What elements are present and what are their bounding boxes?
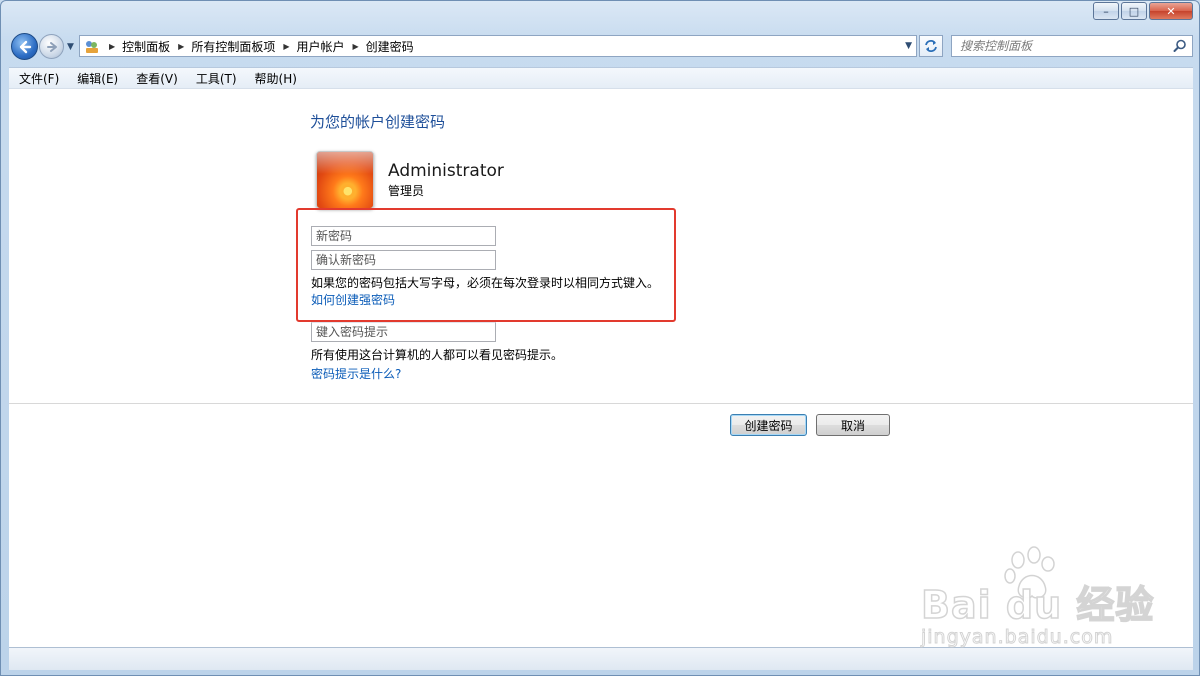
search-box[interactable]: [951, 35, 1193, 57]
menu-edit[interactable]: 编辑(E): [67, 70, 126, 87]
address-bar[interactable]: ▶ 控制面板 ▶ 所有控制面板项 ▶ 用户帐户 ▶ 创建密码 ▼: [79, 35, 917, 57]
breadcrumb-separator-icon[interactable]: ▶: [178, 42, 184, 51]
close-button[interactable]: ✕: [1149, 2, 1193, 20]
maximize-button[interactable]: □: [1121, 2, 1147, 20]
user-role: 管理员: [388, 184, 425, 198]
user-name: Administrator: [388, 161, 504, 181]
watermark-url: jingyan.baidu.com: [920, 626, 1114, 649]
minimize-button[interactable]: –: [1093, 2, 1119, 20]
menu-help[interactable]: 帮助(H): [245, 70, 305, 87]
menu-view[interactable]: 查看(V): [126, 70, 186, 87]
breadcrumb-control-panel[interactable]: 控制面板: [122, 38, 170, 55]
create-password-button[interactable]: 创建密码: [730, 414, 807, 436]
forward-arrow-icon: [46, 41, 57, 52]
navigation-bar: ▼ ▶ 控制面板 ▶ 所有控制面板项 ▶ 用户帐户 ▶ 创建密码 ▼: [9, 33, 1193, 61]
menu-bar: 文件(F) 编辑(E) 查看(V) 工具(T) 帮助(H): [9, 67, 1193, 88]
watermark-logo: Bai du 经验: [920, 582, 1155, 628]
breadcrumb-all-items[interactable]: 所有控制面板项: [191, 38, 275, 55]
breadcrumb-user-accounts[interactable]: 用户帐户: [297, 38, 345, 55]
search-input[interactable]: [952, 36, 1170, 56]
refresh-icon: [925, 40, 937, 52]
window: – □ ✕ ▼ ▶ 控制面板 ▶ 所有控制面板项 ▶ 用户帐户 ▶ 创建密码 ▼: [0, 0, 1200, 676]
search-icon[interactable]: [1173, 39, 1187, 53]
password-hint-field[interactable]: [311, 322, 496, 342]
user-avatar: [316, 151, 374, 209]
control-panel-icon: [83, 38, 101, 54]
menu-tools[interactable]: 工具(T): [186, 70, 245, 87]
menu-file[interactable]: 文件(F): [9, 70, 67, 87]
what-is-hint-link[interactable]: 密码提示是什么?: [311, 365, 401, 382]
cancel-button[interactable]: 取消: [816, 414, 890, 436]
page-title: 为您的帐户创建密码: [310, 113, 446, 131]
baidu-jingyan-watermark: Bai du 经验 jingyan.baidu.com: [920, 546, 1161, 656]
divider: [9, 403, 1193, 404]
recent-pages-dropdown[interactable]: ▼: [67, 42, 74, 52]
red-highlight-box: [296, 208, 676, 322]
breadcrumb-separator-icon[interactable]: ▶: [353, 42, 359, 51]
back-button[interactable]: [11, 33, 38, 60]
breadcrumb-separator-icon[interactable]: ▶: [283, 42, 289, 51]
caption-buttons: – □ ✕: [1093, 2, 1193, 20]
address-dropdown-icon[interactable]: ▼: [905, 41, 912, 51]
back-arrow-icon: [19, 40, 31, 53]
breadcrumb-separator-icon: ▶: [109, 41, 116, 51]
refresh-button[interactable]: [919, 35, 943, 57]
hint-visibility-note: 所有使用这台计算机的人都可以看见密码提示。: [311, 348, 564, 362]
breadcrumb-create-password[interactable]: 创建密码: [366, 38, 414, 55]
forward-button[interactable]: [39, 34, 64, 59]
password-hint-input[interactable]: [312, 323, 495, 341]
